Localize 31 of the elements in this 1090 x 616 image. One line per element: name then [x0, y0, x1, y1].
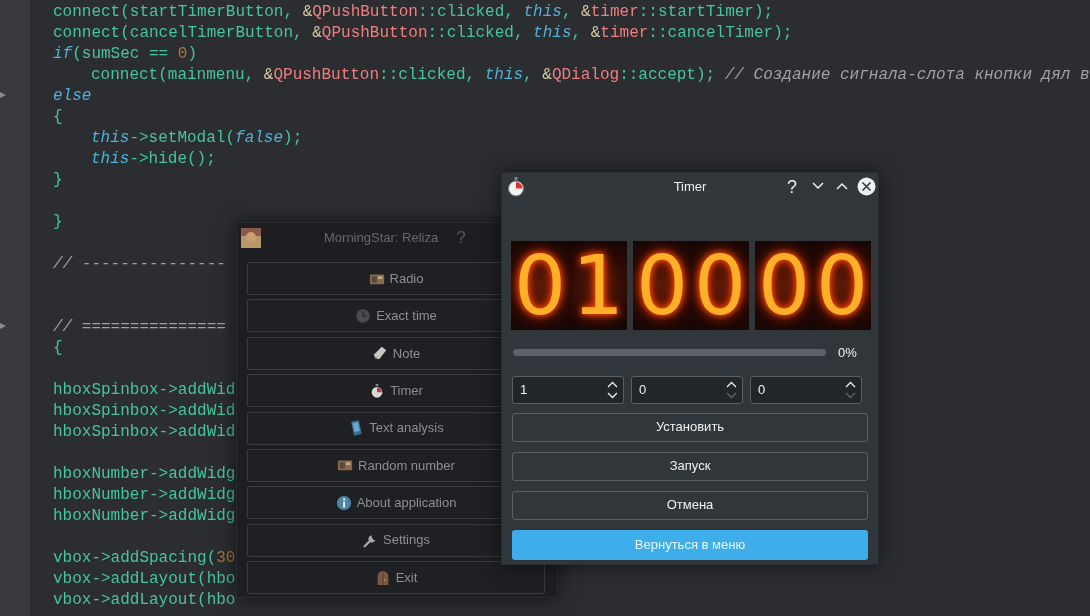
code-line: {	[53, 339, 63, 357]
code-line: vbox->addSpacing(30	[53, 549, 236, 567]
nixie-digit: 0	[691, 241, 749, 330]
code-line: {	[53, 108, 63, 126]
code-line: connect(cancelTimerButton, &QPushButton::clicked, this, &timer::cancelTimer);	[53, 24, 793, 42]
code-line: if(sumSec == 0)	[53, 45, 198, 63]
code-line: vbox->addLayout(hbo	[53, 570, 236, 588]
progress-reading: 0%	[838, 344, 857, 362]
code-line: else	[53, 87, 92, 105]
code-line: hboxSpinbox->addWid	[53, 381, 236, 399]
window-title: MorningStar: Reliza	[324, 229, 439, 248]
code-line: hboxSpinbox->addWid	[53, 423, 236, 441]
code-line: this->setModal(false);	[91, 129, 303, 147]
window-title: Timer	[673, 178, 707, 197]
code-comment: // ===============	[53, 318, 226, 336]
nixie-digit: 0	[813, 241, 871, 330]
code-line: vbox->addLayout(hbo	[53, 591, 236, 609]
code-comment: // ---------------	[53, 255, 226, 273]
nixie-digit: 0	[511, 241, 569, 330]
nixie-digit: 0	[755, 241, 813, 330]
code-line: this->hide();	[91, 150, 216, 168]
code-line: hboxNumber->addWidg	[53, 486, 236, 504]
code-line: connect(mainmenu, &QPushButton::clicked, this, &QDialog::accept); // Создание сигнала-слота кнопки дял в	[91, 66, 1090, 84]
nixie-digit: 0	[633, 241, 691, 330]
code-line: hboxNumber->addWidg	[53, 465, 236, 483]
code-line: connect(startTimerButton, &QPushButton::clicked, this, &timer::startTimer);	[53, 3, 774, 21]
code-line: hboxNumber->addWidg	[53, 507, 236, 525]
code-line: hboxSpinbox->addWid	[53, 402, 236, 420]
code-line: }	[53, 171, 63, 189]
code-line: }	[53, 213, 63, 231]
nixie-digit: 1	[569, 241, 627, 330]
